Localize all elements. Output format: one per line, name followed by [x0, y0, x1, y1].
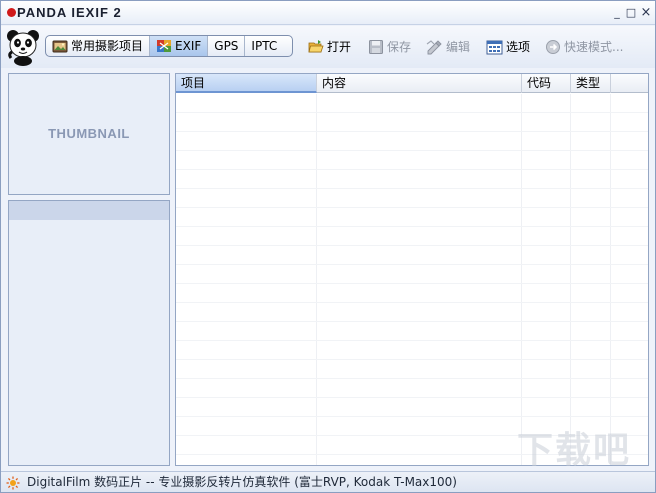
- folder-open-icon: [308, 40, 324, 53]
- quick-mode-button[interactable]: 快速模式...: [545, 38, 623, 56]
- table-row-line: [176, 416, 648, 417]
- table-row-line: [176, 321, 648, 322]
- exif-data-table[interactable]: 项目 内容 代码 类型: [175, 73, 649, 466]
- edit-button-label: 编辑: [446, 40, 471, 54]
- table-row-line: [176, 283, 648, 284]
- tab-iptc-label: IPTC: [251, 39, 278, 53]
- floppy-disk-icon: [369, 40, 383, 54]
- maximize-button[interactable]: □: [625, 7, 637, 19]
- tab-exif[interactable]: EXIF: [150, 36, 209, 56]
- exif-icon: [157, 40, 172, 52]
- arrow-circle-icon: [546, 40, 560, 54]
- tab-gps[interactable]: GPS: [208, 36, 246, 56]
- panda-logo-icon: [7, 30, 39, 66]
- app-title: PANDA IEXIF 2: [7, 5, 122, 21]
- table-row-line: [176, 359, 648, 360]
- watermark: 下载吧: [511, 429, 651, 473]
- watermark-text: 下载吧: [517, 430, 632, 471]
- title-bar[interactable]: PANDA IEXIF 2 _ □ ×: [1, 1, 655, 25]
- options-button-label: 选项: [506, 40, 531, 54]
- table-row-line: [176, 112, 648, 113]
- options-grid-icon: [486, 40, 503, 54]
- minimize-button[interactable]: _: [611, 7, 623, 19]
- column-header-content[interactable]: 内容: [317, 74, 522, 93]
- status-text[interactable]: DigitalFilm 数码正片 -- 专业摄影反转片仿真软件 (富士RVP, …: [27, 474, 457, 490]
- thumbnail-label: THUMBNAIL: [48, 126, 130, 141]
- thumbnail-panel: THUMBNAIL: [8, 73, 170, 195]
- table-row-line: [176, 264, 648, 265]
- status-bar: DigitalFilm 数码正片 -- 专业摄影反转片仿真软件 (富士RVP, …: [1, 471, 655, 492]
- table-row-line: [176, 188, 648, 189]
- category-tabs: 常用摄影项目 EXIF GPS IPTC: [45, 35, 293, 57]
- table-row-line: [176, 169, 648, 170]
- table-row-line: [176, 226, 648, 227]
- open-button[interactable]: 打开: [308, 38, 351, 56]
- table-row-line: [176, 207, 648, 208]
- tab-exif-label: EXIF: [175, 39, 202, 53]
- table-row-line: [176, 150, 648, 151]
- sun-icon: [6, 476, 20, 490]
- save-button-label: 保存: [387, 40, 412, 54]
- options-button[interactable]: 选项: [486, 38, 530, 56]
- table-row-line: [176, 131, 648, 132]
- table-row-line: [176, 245, 648, 246]
- app-title-text: PANDA IEXIF 2: [17, 5, 122, 20]
- column-header-type[interactable]: 类型: [571, 74, 611, 93]
- file-list-panel[interactable]: [8, 200, 170, 466]
- table-row-line: [176, 340, 648, 341]
- table-row-line: [176, 302, 648, 303]
- table-row-line: [176, 378, 648, 379]
- edit-button[interactable]: 编辑: [426, 38, 470, 56]
- close-button[interactable]: ×: [640, 6, 652, 19]
- file-list-header: [9, 201, 169, 220]
- table-header: 项目 内容 代码 类型: [176, 74, 648, 93]
- table-row-line: [176, 397, 648, 398]
- open-button-label: 打开: [327, 40, 352, 54]
- app-window: PANDA IEXIF 2 _ □ × 常用摄影项目 EXIF GPS IPTC…: [0, 0, 656, 493]
- quick-mode-button-label: 快速模式...: [564, 40, 624, 54]
- save-button[interactable]: 保存: [368, 38, 411, 56]
- tab-iptc[interactable]: IPTC: [245, 36, 283, 56]
- column-header-code[interactable]: 代码: [522, 74, 571, 93]
- tab-common-photo-items-label: 常用摄影项目: [71, 39, 144, 53]
- toolbar: 常用摄影项目 EXIF GPS IPTC 打开 保存 编辑 选项 快速模式...: [1, 26, 655, 68]
- tab-gps-label: GPS: [214, 39, 239, 53]
- edit-icon: [426, 40, 442, 55]
- logo-dot-icon: [7, 8, 16, 17]
- column-header-item[interactable]: 项目: [176, 74, 317, 93]
- camera-icon: [52, 40, 68, 53]
- tab-common-photo-items[interactable]: 常用摄影项目: [46, 36, 151, 56]
